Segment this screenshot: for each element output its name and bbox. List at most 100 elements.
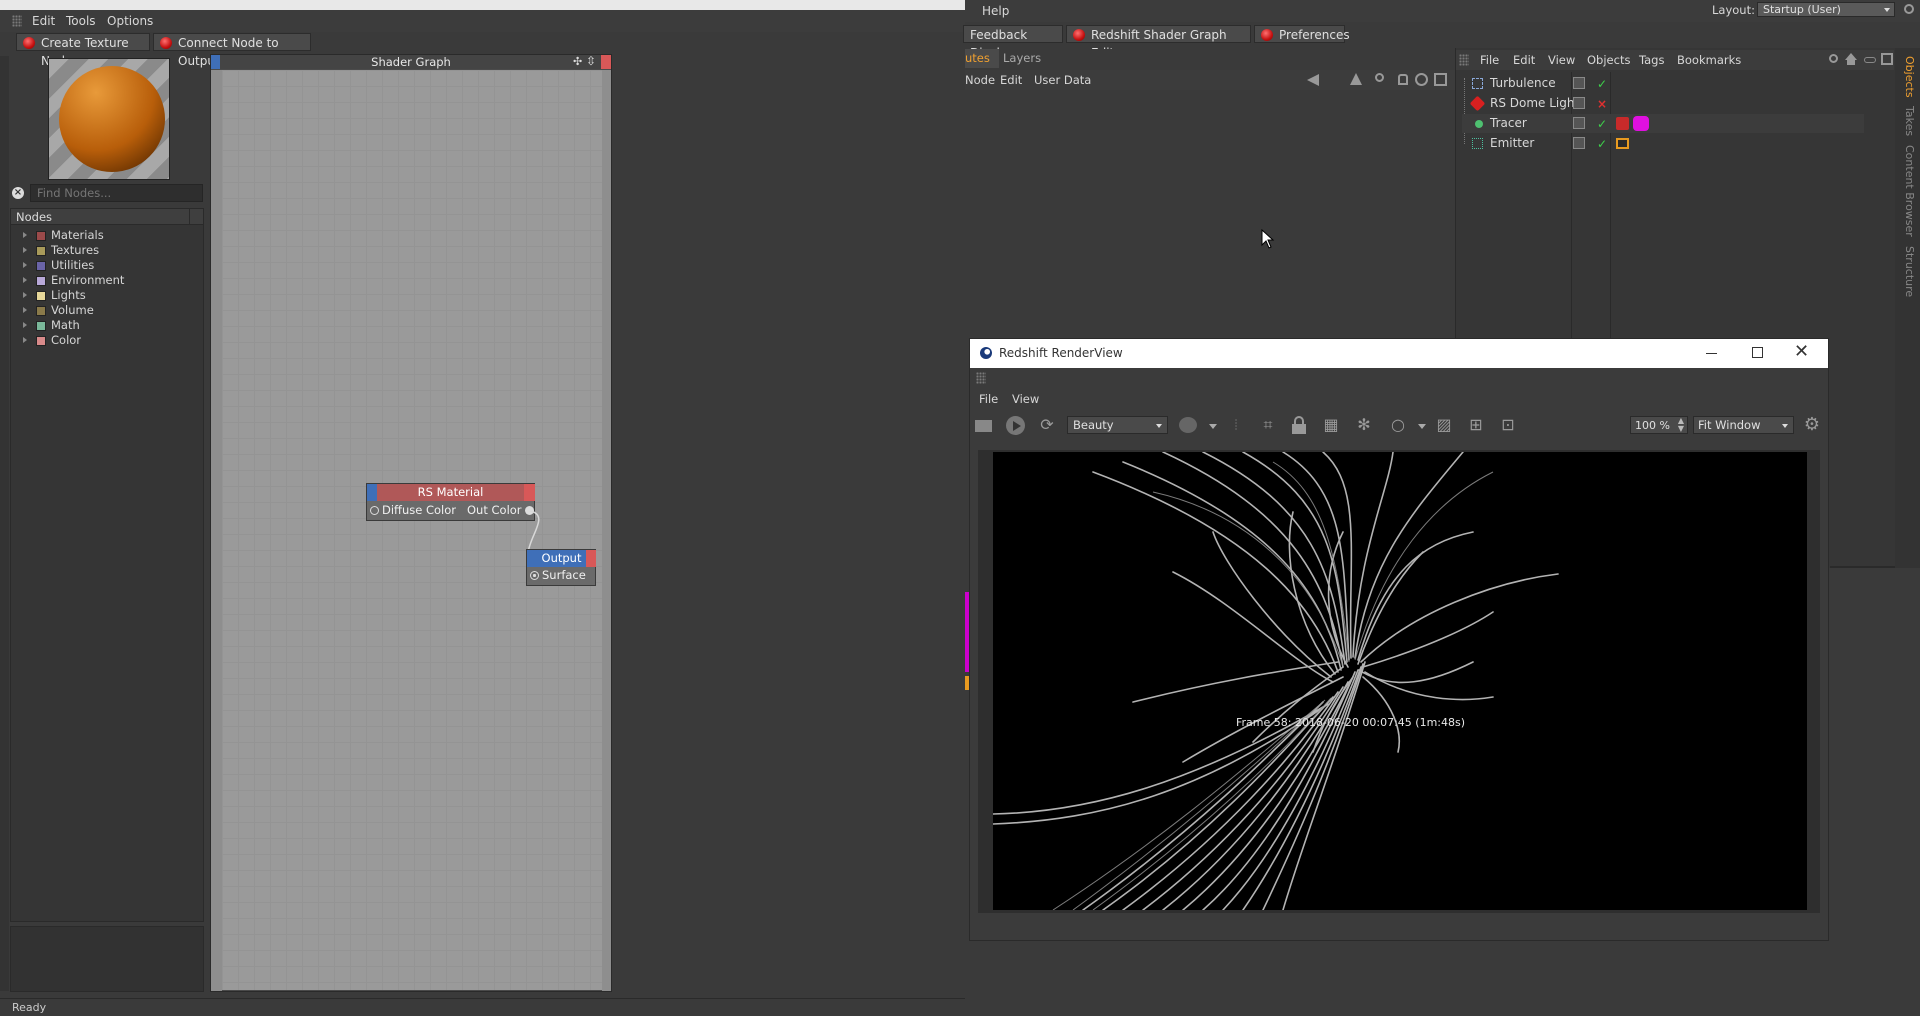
tab-attributes[interactable]: utes [965, 49, 999, 68]
target-icon[interactable] [1415, 73, 1428, 86]
menu-tools[interactable]: Tools [66, 11, 96, 31]
feedback-display-tab[interactable]: Feedback Display [963, 25, 1063, 60]
move-icon[interactable]: ✣ [573, 55, 582, 68]
expand-arrow-icon[interactable] [23, 307, 27, 313]
expand-arrow-icon[interactable] [23, 247, 27, 253]
surface-port-circle[interactable] [530, 571, 539, 580]
back-arrow-icon[interactable] [1307, 74, 1319, 86]
objects-menu-tags[interactable]: Tags [1639, 50, 1664, 70]
objects-menu-bookmarks[interactable]: Bookmarks [1677, 50, 1741, 70]
close-icon[interactable]: ✕ [1794, 342, 1809, 362]
find-nodes-input[interactable] [30, 184, 203, 202]
aov-select[interactable]: Beauty [1067, 416, 1168, 434]
grid-icon[interactable]: ▦ [1321, 415, 1341, 435]
home-icon[interactable] [1845, 53, 1857, 60]
snowflake-icon[interactable]: ✻ [1354, 415, 1374, 435]
chevron-down-icon[interactable] [1209, 424, 1217, 429]
menu-attr-edit[interactable]: Edit [1000, 70, 1022, 90]
side-tab-structure[interactable]: Structure [1903, 246, 1916, 297]
object-row-tracer[interactable]: Tracer ✓ [1462, 114, 1864, 133]
object-row-emitter[interactable]: Emitter ✓ [1462, 134, 1864, 153]
layout-select[interactable]: Startup (User) [1757, 2, 1895, 17]
disabled-x-icon[interactable]: × [1597, 98, 1607, 110]
crop-icon[interactable]: ⌗ [1258, 415, 1278, 435]
objects-menu-edit[interactable]: Edit [1513, 50, 1535, 70]
side-tab-objects[interactable]: Objects [1903, 56, 1916, 98]
expand-arrow-icon[interactable] [23, 277, 27, 283]
diffuse-port-circle[interactable] [370, 506, 379, 515]
menu-user-data[interactable]: User Data [1034, 70, 1091, 90]
menu-options[interactable]: Options [107, 11, 153, 31]
expand-arrow-icon[interactable] [23, 322, 27, 328]
clapper-icon[interactable] [973, 415, 993, 435]
pv-snapshot-icon[interactable]: ⊡ [1498, 415, 1518, 435]
chevron-down-icon[interactable] [1418, 424, 1426, 429]
node-out-handle[interactable] [524, 484, 535, 501]
stepper-icon[interactable]: ▲ ▼ [1678, 417, 1684, 433]
node-in-handle[interactable] [367, 484, 377, 501]
link-icon[interactable] [1864, 57, 1876, 63]
layer-icon[interactable] [1573, 117, 1585, 129]
layer-icon[interactable] [1573, 97, 1585, 109]
enabled-check-icon[interactable]: ✓ [1597, 78, 1607, 90]
play-icon[interactable] [1006, 415, 1026, 435]
menu-help[interactable]: Help [982, 1, 1009, 21]
menu-node[interactable]: Node [965, 70, 995, 90]
fit-icon[interactable]: ⇳ [586, 54, 596, 68]
node-category-utilities[interactable]: Utilities [20, 258, 200, 273]
expand-arrow-icon[interactable] [23, 337, 27, 343]
zoom-field[interactable]: 100 % ▲ ▼ [1630, 416, 1688, 434]
node-category-materials[interactable]: Materials [20, 228, 200, 243]
expand-arrow-icon[interactable] [23, 232, 27, 238]
lock-icon[interactable] [1398, 74, 1408, 85]
expand-arrow-icon[interactable] [23, 292, 27, 298]
node-category-textures[interactable]: Textures [20, 243, 200, 258]
region-grid-icon[interactable]: ⁞ [1226, 415, 1246, 435]
rv-menu-file[interactable]: File [979, 389, 998, 409]
node-category-environment[interactable]: Environment [20, 273, 200, 288]
rs-material-node[interactable]: RS Material Diffuse Color Out Color [366, 483, 535, 521]
output-out-handle[interactable] [586, 550, 596, 567]
search-icon[interactable] [1375, 73, 1384, 82]
new-panel-icon[interactable] [1881, 53, 1893, 65]
objects-menu-file[interactable]: File [1480, 50, 1499, 70]
layer-icon[interactable] [1573, 137, 1585, 149]
menu-edit[interactable]: Edit [32, 11, 55, 31]
side-tab-takes[interactable]: Takes [1903, 106, 1916, 136]
rs-object-tag-icon[interactable] [1616, 117, 1629, 130]
menu-grip-icon[interactable] [12, 15, 22, 27]
renderview-grip-icon[interactable] [976, 372, 986, 384]
clear-search-icon[interactable]: × [12, 187, 24, 199]
shader-graph-editor-tab[interactable]: Redshift Shader Graph Editor [1066, 25, 1251, 60]
rv-menu-view[interactable]: View [1012, 389, 1039, 409]
output-node[interactable]: Output Surface [526, 549, 596, 586]
enabled-check-icon[interactable]: ✓ [1597, 118, 1607, 130]
add-snapshot-icon[interactable]: ⊞ [1466, 415, 1486, 435]
emitter-tag-icon[interactable] [1616, 138, 1629, 149]
create-texture-node-button[interactable]: Create Texture Node [16, 33, 150, 68]
tab-layers[interactable]: Layers [1003, 49, 1041, 68]
node-category-math[interactable]: Math [20, 318, 200, 333]
objects-grip-icon[interactable] [1459, 54, 1469, 66]
node-category-color[interactable]: Color [20, 333, 200, 348]
image-icon[interactable]: ▨ [1434, 415, 1454, 435]
layer-icon[interactable] [1573, 77, 1585, 89]
up-arrow-icon[interactable] [1350, 73, 1362, 85]
fit-select[interactable]: Fit Window [1693, 416, 1794, 434]
connect-node-output-button[interactable]: Connect Node to Output [153, 33, 311, 68]
node-category-volume[interactable]: Volume [20, 303, 200, 318]
maximize-icon[interactable] [1752, 347, 1763, 358]
refresh-icon[interactable]: ⟳ [1037, 415, 1057, 435]
search-icon[interactable] [1829, 54, 1838, 63]
search-icon[interactable] [1904, 4, 1914, 14]
output-in-handle[interactable] [527, 550, 537, 567]
side-tab-content-browser[interactable]: Content Browser [1903, 145, 1916, 237]
material-tag-icon[interactable] [1633, 116, 1649, 131]
objects-menu-view[interactable]: View [1548, 50, 1575, 70]
minimize-icon[interactable] [1706, 353, 1717, 354]
node-category-lights[interactable]: Lights [20, 288, 200, 303]
circle-select-icon[interactable]: ○ [1388, 415, 1408, 435]
graph-right-handle[interactable] [601, 55, 611, 69]
object-row-dome-light[interactable]: RS Dome Light × [1462, 94, 1864, 113]
enabled-check-icon[interactable]: ✓ [1597, 138, 1607, 150]
